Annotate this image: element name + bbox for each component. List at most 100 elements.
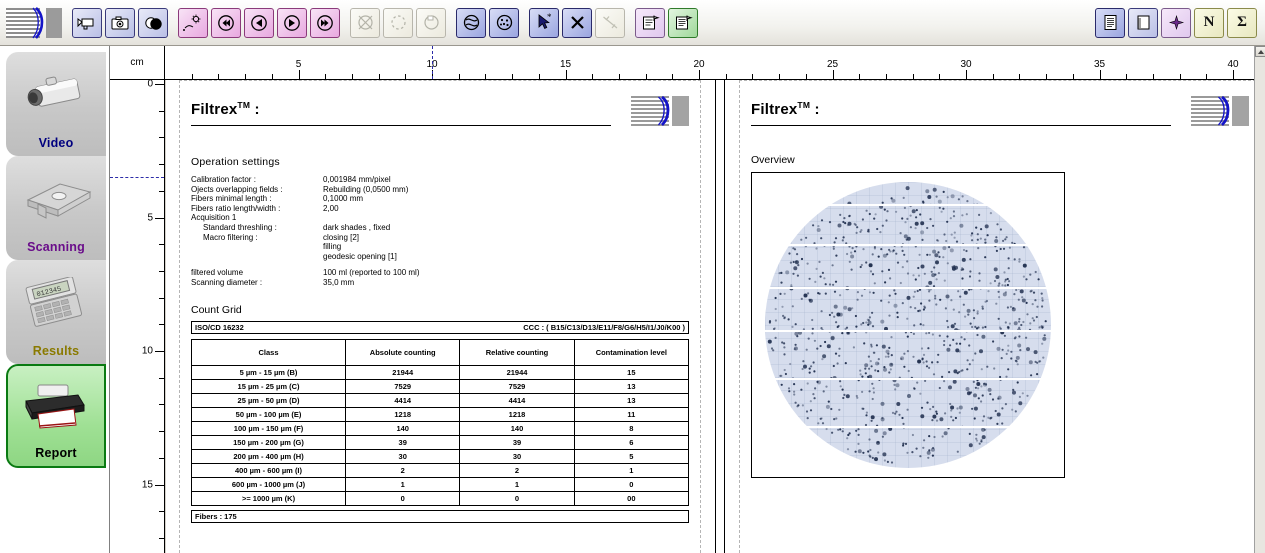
table-cell-value: 1218 [459, 406, 575, 422]
sum-sigma-button[interactable]: Σ [1227, 7, 1257, 38]
select-pointer-button[interactable]: * [529, 7, 559, 38]
sidebar-item-scanning[interactable]: Scanning [6, 156, 106, 260]
particle-map-button[interactable] [489, 7, 519, 38]
table-cell-value: 6 [573, 434, 690, 450]
vertical-ruler[interactable]: 0 5 10 15 [110, 78, 165, 553]
ruler-tick-label: 0 [147, 78, 153, 90]
video-camera-button[interactable] [72, 7, 102, 38]
ruler-unit-label: cm [110, 46, 165, 79]
ruler-tick [1179, 74, 1181, 79]
table-cell-value: 140 [459, 420, 575, 436]
page-title: FiltrexTM : [751, 100, 820, 118]
ruler-tick [191, 74, 193, 79]
table-cell-class: 150 µm - 200 µm (G) [190, 434, 347, 450]
ruler-tick [966, 70, 967, 79]
ruler-tick [992, 74, 994, 79]
document-logo-swoosh-icon [657, 96, 670, 126]
ruler-tick [1046, 74, 1048, 79]
setting-row: Fibers ratio length/width : 2,00 [191, 204, 689, 214]
contrast-button[interactable] [138, 7, 168, 38]
table-row: 15 µm - 25 µm (C) 7529 7529 13 [190, 378, 690, 394]
report-page-right[interactable]: FiltrexTM : Overview [724, 80, 1254, 553]
scroll-up-button[interactable] [1255, 46, 1265, 57]
no-selection-button[interactable] [350, 7, 380, 38]
chevron-up-icon [1257, 49, 1264, 54]
table-cell-value: 30 [459, 448, 575, 464]
filter-analysis-button[interactable] [456, 7, 486, 38]
table-cell-value: 4414 [459, 392, 575, 408]
dashed-circle-button[interactable] [383, 7, 413, 38]
vertical-scrollbar[interactable] [1254, 46, 1265, 553]
table-cell-value: 1 [573, 462, 690, 478]
ruler-tick [159, 137, 164, 139]
header-rule [191, 125, 611, 126]
ruler-tick [351, 74, 353, 79]
ruler-tick [159, 404, 164, 406]
next-field-button[interactable] [277, 7, 307, 38]
ruler-tick [155, 351, 164, 352]
trademark-mark: TM [797, 100, 811, 110]
ccc-label: CCC : ( B15/C13/D13/E11/F8/G6/H5/I1/J0/K… [523, 322, 685, 332]
report-canvas[interactable]: FiltrexTM : Operation settings Calibrati… [166, 80, 1254, 553]
ruler-tick [159, 110, 164, 112]
table-cell-value: 0 [459, 490, 575, 506]
page-view-button[interactable] [1095, 7, 1125, 38]
ruler-tick [159, 511, 164, 513]
ruler-tick-label: 20 [693, 59, 705, 70]
table-row: 600 µm - 1000 µm (J) 1 1 0 [190, 476, 690, 492]
ruler-tick-label: 5 [147, 212, 153, 223]
toolbar-group-analysis [456, 7, 519, 38]
partial-circle-button[interactable] [416, 7, 446, 38]
ruler-tick [155, 84, 164, 85]
last-field-button[interactable] [310, 7, 340, 38]
standard-label: ISO/CD 16232 [195, 322, 244, 332]
horizontal-ruler[interactable]: cm 5 10 15 20 25 30 35 40 [110, 46, 1254, 80]
ruler-tick [1126, 74, 1128, 79]
ruler-button[interactable] [1128, 7, 1158, 38]
snapshot-button[interactable] [105, 7, 135, 38]
star-settings-icon [1168, 14, 1184, 31]
setting-key: Scanning diameter : [191, 277, 263, 287]
sidebar-item-video[interactable]: Video [6, 52, 106, 156]
document-logo-swoosh-icon [1217, 96, 1230, 126]
ruler-tick [159, 377, 164, 379]
settings-star-button[interactable] [1161, 7, 1191, 38]
table-cell-value: 7529 [459, 378, 575, 394]
ruler-tick [159, 431, 164, 433]
table-cell-value: 5 [573, 448, 690, 464]
table-row: 25 µm - 50 µm (D) 4414 4414 13 [190, 392, 690, 408]
previous-field-button[interactable] [244, 7, 274, 38]
sun-measure-button[interactable] [178, 7, 208, 38]
table-cell-value: 39 [459, 434, 575, 450]
document-report-button[interactable] [668, 7, 698, 38]
toolbar-group-shape-tools [350, 7, 446, 38]
table-column-header: Class [190, 338, 347, 366]
toolbar-group-acquisition [72, 7, 168, 38]
table-cell-value: 0 [573, 476, 690, 492]
report-page-left[interactable]: FiltrexTM : Operation settings Calibrati… [166, 80, 716, 553]
count-n-button[interactable]: N [1194, 7, 1224, 38]
video-camera-illustration [6, 52, 106, 136]
sidebar-item-results[interactable]: 012345 Results [6, 260, 106, 364]
image-report-button[interactable] [635, 7, 665, 38]
setting-value: dark shades , fixed [323, 222, 391, 232]
table-header-row: Class Absolute counting Relative counting C… [190, 338, 690, 366]
table-row: >= 1000 µm (K) 0 0 00 [190, 490, 690, 506]
ruler-tick [159, 244, 164, 246]
application-window: * N Σ Video Scanning 012345 Results Repo… [0, 0, 1265, 553]
ruler-tick [245, 74, 247, 79]
first-field-button[interactable] [211, 7, 241, 38]
overview-label: Overview [751, 154, 795, 166]
cross-icon [570, 16, 584, 29]
setting-row: geodesic opening [1] [191, 252, 689, 262]
measure-line-button[interactable] [595, 7, 625, 38]
ruler-tick [159, 324, 164, 326]
sidebar-item-report[interactable]: Report [6, 364, 106, 468]
horizontal-ruler-scale: 5 10 15 20 25 30 35 40 [165, 46, 1254, 79]
ruler-tick [645, 74, 647, 79]
delete-button[interactable] [562, 7, 592, 38]
setting-row: filtered volume 100 ml (reported to 100 m… [191, 268, 689, 278]
overview-frame[interactable] [751, 172, 1065, 478]
document-logo-icon [1191, 96, 1249, 126]
setting-row: filling [191, 242, 689, 252]
